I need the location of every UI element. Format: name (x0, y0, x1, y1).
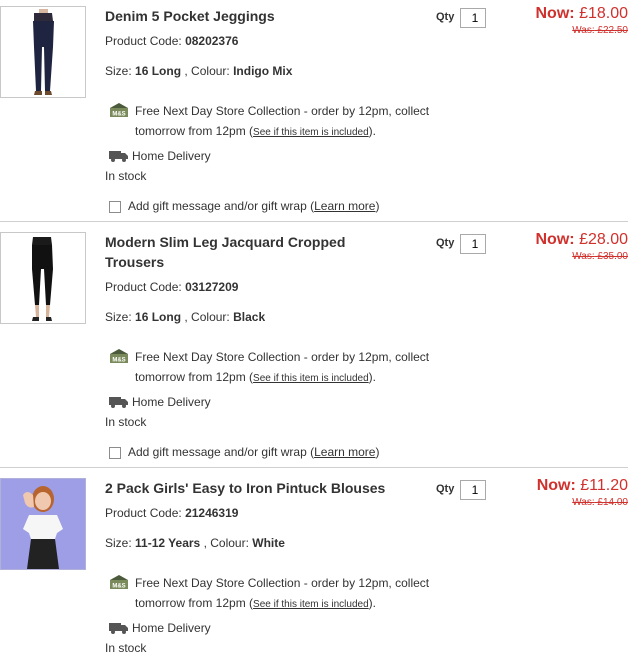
product-code-value: 03127209 (185, 280, 239, 294)
quantity-input[interactable] (460, 8, 486, 28)
delivery-van-icon (109, 151, 128, 162)
basket-item: Denim 5 Pocket Jeggings Product Code: 08… (0, 0, 639, 222)
was-price: Was: £22.50 (572, 25, 628, 36)
quantity-input[interactable] (460, 234, 486, 254)
qty-label: Qty (436, 483, 455, 495)
store-collection-end: ). (368, 124, 376, 138)
qty-label: Qty (436, 11, 455, 23)
collection-badge-text: M&S (112, 112, 125, 118)
stock-status: In stock (105, 641, 147, 655)
colour-value: White (252, 536, 285, 550)
size-value: 16 Long (135, 64, 182, 78)
colour-value: Indigo Mix (233, 64, 293, 78)
size-colour-line: Size: 16 Long , Colour: Black (105, 309, 265, 325)
stock-status: In stock (105, 415, 147, 429)
size-colour-line: Size: 11-12 Years , Colour: White (105, 535, 285, 551)
store-collection-info: Free Next Day Store Collection - order b… (135, 573, 455, 615)
home-delivery-label: Home Delivery (132, 621, 211, 635)
home-delivery-label: Home Delivery (132, 149, 211, 163)
learn-more-link[interactable]: Learn more (314, 445, 375, 459)
product-title[interactable]: 2 Pack Girls' Easy to Iron Pintuck Blous… (105, 478, 425, 498)
product-title[interactable]: Denim 5 Pocket Jeggings (105, 6, 405, 26)
size-label: Size: (105, 310, 132, 324)
now-price-value: £11.20 (580, 477, 628, 494)
size-label: Size: (105, 64, 132, 78)
now-price: Now: £18.00 (536, 5, 629, 23)
store-collection-end: ). (368, 596, 376, 610)
gift-message-label: Add gift message and/or gift wrap ( (128, 445, 315, 459)
ms-store-collection-icon: M&S (110, 103, 128, 118)
stock-status: In stock (105, 169, 147, 183)
ms-store-collection-icon: M&S (110, 349, 128, 364)
product-code-value: 21246319 (185, 506, 239, 520)
size-value: 16 Long (135, 310, 182, 324)
quantity-input[interactable] (460, 480, 486, 500)
collection-badge-text: M&S (112, 584, 125, 590)
see-if-included-link[interactable]: See if this item is included (253, 599, 369, 610)
product-code-label: Product Code: (105, 34, 182, 48)
was-price-value: £35.00 (597, 251, 628, 262)
collection-badge-text: M&S (112, 358, 125, 364)
ms-store-collection-icon: M&S (110, 575, 128, 590)
trousers-image (1, 233, 85, 323)
size-colour-line: Size: 16 Long , Colour: Indigo Mix (105, 63, 292, 79)
now-price-value: £28.00 (579, 231, 628, 248)
basket-item: Modern Slim Leg Jacquard Cropped Trouser… (0, 222, 639, 468)
store-collection-info: Free Next Day Store Collection - order b… (135, 101, 455, 143)
now-label: Now: (536, 477, 576, 494)
product-title[interactable]: Modern Slim Leg Jacquard Cropped Trouser… (105, 232, 395, 272)
size-value: 11-12 Years (135, 536, 201, 550)
size-label: Size: (105, 536, 132, 550)
store-collection-info: Free Next Day Store Collection - order b… (135, 347, 455, 389)
product-thumbnail-trousers[interactable] (0, 232, 86, 324)
see-if-included-link[interactable]: See if this item is included (253, 373, 369, 384)
gift-message-end: ) (375, 199, 380, 213)
gift-message-option: Add gift message and/or gift wrap (Learn… (128, 444, 379, 460)
product-code-value: 08202376 (185, 34, 239, 48)
now-label: Now: (535, 5, 575, 22)
basket-item-list: Denim 5 Pocket Jeggings Product Code: 08… (0, 0, 639, 659)
was-price-value: £14.00 (597, 497, 628, 508)
was-label: Was: (572, 251, 595, 262)
blouse-image (1, 479, 85, 569)
jeggings-image (1, 7, 85, 97)
was-label: Was: (572, 25, 595, 36)
gift-message-option: Add gift message and/or gift wrap (Learn… (128, 198, 379, 214)
delivery-van-icon (109, 397, 128, 408)
was-label: Was: (572, 497, 595, 508)
now-label: Now: (535, 231, 575, 248)
was-price: Was: £14.00 (572, 497, 628, 508)
was-price-value: £22.50 (597, 25, 628, 36)
product-thumbnail-blouse[interactable] (0, 478, 86, 570)
colour-label: , Colour: (203, 536, 249, 550)
delivery-van-icon (109, 623, 128, 634)
now-price: Now: £28.00 (536, 231, 629, 249)
was-price: Was: £35.00 (572, 251, 628, 262)
gift-message-label: Add gift message and/or gift wrap ( (128, 199, 315, 213)
basket-item: 2 Pack Girls' Easy to Iron Pintuck Blous… (0, 468, 639, 659)
product-code: Product Code: 03127209 (105, 279, 238, 295)
gift-message-checkbox[interactable] (109, 447, 121, 459)
colour-value: Black (233, 310, 266, 324)
product-code: Product Code: 08202376 (105, 33, 238, 49)
now-price-value: £18.00 (579, 5, 628, 22)
store-collection-end: ). (368, 370, 376, 384)
home-delivery-label: Home Delivery (132, 395, 211, 409)
learn-more-link[interactable]: Learn more (314, 199, 375, 213)
product-thumbnail-jeggings[interactable] (0, 6, 86, 98)
product-code-label: Product Code: (105, 506, 182, 520)
product-code-label: Product Code: (105, 280, 182, 294)
gift-message-end: ) (375, 445, 380, 459)
see-if-included-link[interactable]: See if this item is included (253, 127, 369, 138)
product-code: Product Code: 21246319 (105, 505, 238, 521)
colour-label: , Colour: (184, 310, 230, 324)
colour-label: , Colour: (184, 64, 230, 78)
gift-message-checkbox[interactable] (109, 201, 121, 213)
qty-label: Qty (436, 237, 455, 249)
now-price: Now: £11.20 (537, 477, 628, 495)
